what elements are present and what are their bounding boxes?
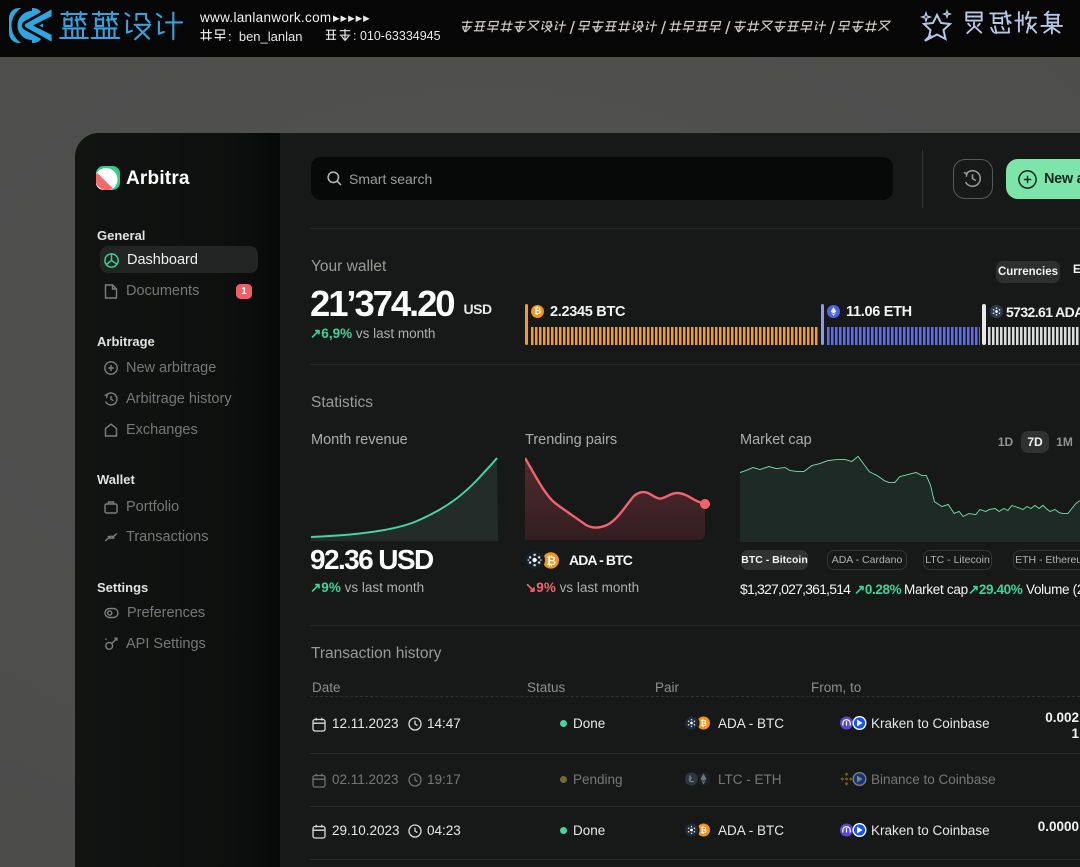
svg-text:₿: ₿	[546, 554, 556, 568]
svg-text:Ł: Ł	[689, 774, 695, 784]
svg-text:₿: ₿	[700, 826, 707, 835]
svg-text:₿: ₿	[700, 719, 707, 728]
